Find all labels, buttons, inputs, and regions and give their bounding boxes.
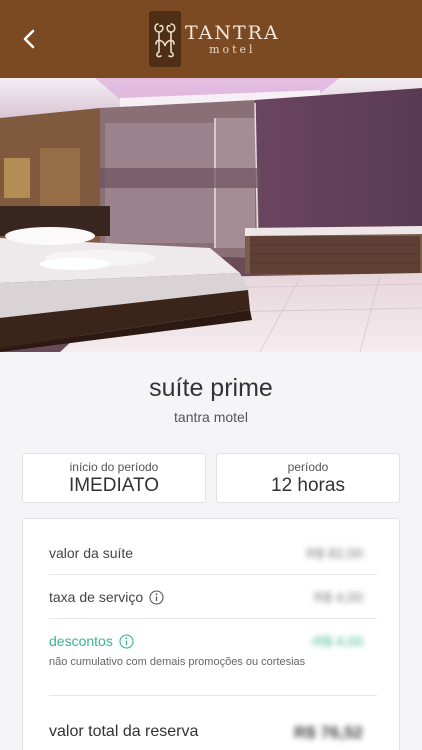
chevron-left-icon: [23, 29, 35, 49]
divider: [49, 695, 377, 696]
brand-subtitle: motel: [209, 43, 256, 56]
service-fee-row: taxa de serviço R$ 4,00: [49, 589, 377, 605]
start-period-label: início do período: [69, 460, 159, 474]
total-row: valor total da reserva R$ 76,52: [49, 723, 377, 742]
start-period-value: IMEDIATO: [68, 475, 160, 496]
discount-note: não cumulativo com demais promoções ou c…: [49, 656, 306, 668]
service-fee-label: taxa de serviço: [49, 589, 144, 605]
suite-photo[interactable]: [0, 78, 422, 352]
divider: [49, 574, 377, 575]
start-period-box[interactable]: início do período IMEDIATO: [22, 453, 206, 503]
divider: [49, 618, 377, 619]
period-label: período: [287, 460, 329, 474]
discount-value: -R$ 4,00: [309, 633, 363, 649]
brand-name: TANTRA: [185, 22, 280, 44]
suite-price-row: valor da suíte R$ 82,00: [49, 545, 377, 561]
suite-price-value: R$ 82,00: [306, 545, 363, 561]
brand-logo: TANTRA motel: [149, 10, 280, 68]
suite-title: suíte prime: [149, 374, 273, 402]
motel-name: tantra motel: [174, 409, 248, 425]
period-box[interactable]: período 12 horas: [216, 453, 400, 503]
app-header: TANTRA motel: [0, 0, 422, 78]
service-fee-value: R$ 4,00: [313, 589, 363, 605]
period-value: 12 horas: [271, 475, 345, 496]
back-button[interactable]: [14, 24, 44, 54]
total-value: R$ 76,52: [294, 723, 363, 742]
discount-label: descontos: [49, 633, 113, 649]
info-icon[interactable]: [119, 633, 134, 649]
price-summary-card: valor da suíte R$ 82,00 taxa de serviço …: [22, 518, 400, 750]
info-icon[interactable]: [149, 589, 164, 605]
logo-mark-icon: [149, 11, 181, 67]
discount-row: descontos -R$ 4,00: [49, 633, 377, 649]
